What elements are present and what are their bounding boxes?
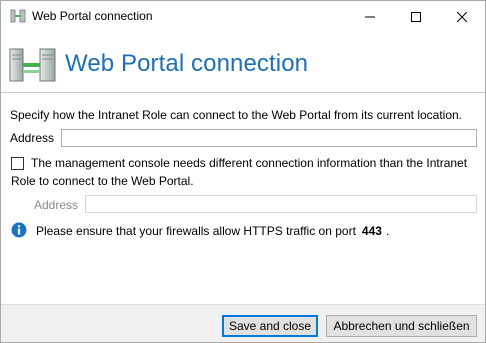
different-connection-label-line2: Role to connect to the Web Portal.: [11, 174, 194, 188]
server-connection-icon: [9, 48, 56, 82]
maximize-button[interactable]: [393, 1, 439, 32]
address-input[interactable]: [61, 129, 477, 147]
minimize-icon: [365, 16, 375, 17]
info-icon: [11, 222, 27, 238]
different-connection-label-line1: The management console needs different c…: [31, 156, 468, 170]
minimize-button[interactable]: [347, 1, 393, 32]
dialog-window: Web Portal connection Web Portal connect…: [0, 0, 486, 343]
different-connection-checkbox[interactable]: [11, 157, 24, 170]
dialog-header: Web Portal connection: [1, 32, 485, 92]
app-icon: [10, 9, 26, 23]
dialog-footer: Save and close Abbrechen und schließen: [1, 304, 485, 342]
save-and-close-button[interactable]: Save and close: [222, 315, 318, 337]
title-bar[interactable]: Web Portal connection: [1, 1, 485, 32]
info-period: .: [385, 224, 390, 238]
firewall-info-text: Please ensure that your firewalls allow …: [36, 224, 389, 238]
header-title: Web Portal connection: [65, 50, 309, 77]
firewall-info-message: Please ensure that your firewalls allow …: [36, 224, 356, 238]
address-label: Address: [10, 131, 55, 145]
close-icon: [457, 11, 467, 22]
intro-text: Specify how the Intranet Role can connec…: [10, 108, 463, 122]
https-port: 443: [361, 224, 382, 238]
console-address-input[interactable]: [85, 195, 477, 213]
close-button[interactable]: [439, 1, 485, 32]
header-divider: [1, 92, 485, 93]
console-address-label: Address: [34, 198, 79, 212]
window-title: Web Portal connection: [32, 9, 153, 23]
cancel-and-close-button[interactable]: Abbrechen und schließen: [326, 315, 477, 337]
maximize-icon: [411, 11, 421, 22]
